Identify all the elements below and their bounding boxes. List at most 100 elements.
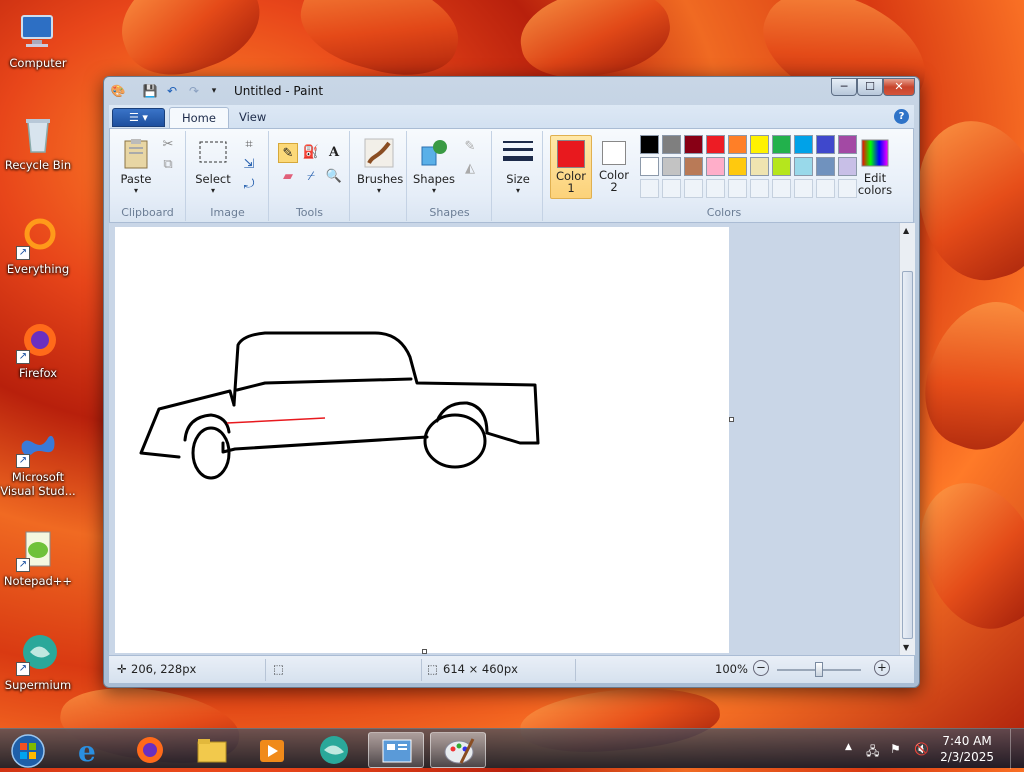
palette-swatch[interactable] — [772, 157, 791, 176]
help-icon[interactable]: ? — [894, 109, 909, 124]
edit-colors-button[interactable]: Edit colors — [854, 137, 896, 196]
palette-swatch[interactable] — [772, 135, 791, 154]
desktop-icon-computer[interactable]: Computer — [0, 10, 76, 70]
palette-swatch-empty[interactable] — [706, 179, 725, 198]
network-icon[interactable]: 🖧 — [866, 742, 879, 763]
palette-swatch[interactable] — [728, 135, 747, 154]
palette-swatch-empty[interactable] — [728, 179, 747, 198]
palette-swatch[interactable] — [640, 135, 659, 154]
palette-swatch[interactable] — [662, 135, 681, 154]
window-title: Untitled - Paint — [234, 84, 324, 98]
title-bar[interactable]: 🎨 💾 ↶ ↷ ▾ Untitled - Paint ─ ☐ ✕ — [104, 77, 919, 105]
crop-icon[interactable]: ⌗ — [239, 135, 259, 155]
palette-swatch[interactable] — [816, 157, 835, 176]
taskbar-media-player[interactable] — [244, 732, 300, 768]
zoom-in-icon[interactable]: + — [874, 660, 890, 676]
desktop-icon-notepadpp[interactable]: ↗ Notepad++ — [0, 528, 76, 588]
palette-swatch-empty[interactable] — [750, 179, 769, 198]
copy-icon[interactable]: ⧉ — [158, 155, 178, 175]
desktop-icon-label: Computer — [9, 56, 67, 70]
resize-handle-bottom[interactable] — [422, 649, 427, 654]
palette-swatch[interactable] — [750, 135, 769, 154]
palette-swatch[interactable] — [684, 157, 703, 176]
palette-swatch-empty[interactable] — [772, 179, 791, 198]
maximize-button[interactable]: ☐ — [857, 78, 883, 96]
volume-muted-icon[interactable]: 🔇 — [914, 742, 929, 756]
paint-app-icon[interactable]: 🎨 — [110, 83, 126, 99]
taskbar-internet-explorer[interactable]: e — [62, 732, 118, 768]
color2-button[interactable]: Color 2 — [594, 135, 634, 199]
group-label: Clipboard — [121, 206, 174, 219]
palette-swatch-empty[interactable] — [794, 179, 813, 198]
desktop-icon-supermium[interactable]: ↗ Supermium — [0, 632, 76, 692]
scroll-down-arrow-icon[interactable]: ▼ — [903, 643, 909, 652]
eraser-icon[interactable]: ▰ — [278, 167, 298, 187]
taskbar-firefox[interactable] — [122, 732, 178, 768]
undo-icon[interactable]: ↶ — [164, 83, 180, 99]
paste-button[interactable]: Paste ▾ — [116, 137, 156, 195]
color1-button[interactable]: Color 1 — [550, 135, 592, 199]
palette-swatch[interactable] — [706, 135, 725, 154]
shortcut-arrow-icon: ↗ — [16, 558, 30, 572]
brushes-button[interactable]: Brushes ▾ — [357, 137, 403, 195]
scroll-up-arrow-icon[interactable]: ▲ — [903, 226, 909, 235]
palette-swatch-empty[interactable] — [816, 179, 835, 198]
minimize-button[interactable]: ─ — [831, 78, 857, 96]
close-button[interactable]: ✕ — [883, 78, 915, 96]
start-button[interactable] — [2, 732, 54, 768]
canvas-size: 614 × 460px — [443, 662, 518, 676]
desktop-icon-everything[interactable]: ↗ Everything — [0, 216, 76, 276]
taskbar-supermium[interactable] — [306, 732, 362, 768]
rotate-icon[interactable]: ⤾ — [239, 175, 259, 195]
fill-bucket-icon[interactable]: ⛽ — [301, 143, 321, 163]
show-desktop-button[interactable] — [1010, 729, 1024, 769]
action-center-flag-icon[interactable]: ⚑ — [890, 742, 901, 756]
palette-swatch[interactable] — [794, 157, 813, 176]
desktop-icon-label: Recycle Bin — [4, 158, 72, 172]
drawing-canvas[interactable] — [115, 227, 729, 653]
tab-home[interactable]: Home — [169, 107, 229, 129]
pencil-icon[interactable]: ✎ — [278, 143, 298, 163]
palette-swatch[interactable] — [728, 157, 747, 176]
clock[interactable]: 7:40 AM 2/3/2025 — [940, 733, 994, 765]
desktop-icon-recycle-bin[interactable]: Recycle Bin — [0, 112, 76, 172]
palette-swatch[interactable] — [684, 135, 703, 154]
resize-handle-right[interactable] — [729, 417, 734, 422]
canvas-area — [109, 223, 899, 655]
svg-text:e: e — [78, 735, 96, 768]
select-button[interactable]: Select ▾ — [193, 137, 233, 195]
redo-icon[interactable]: ↷ — [186, 83, 202, 99]
file-menu-button[interactable]: ☰ ▾ — [112, 108, 165, 127]
desktop-icon-firefox[interactable]: ↗ Firefox — [0, 320, 76, 380]
magnifier-icon[interactable]: 🔍 — [324, 167, 344, 187]
color-picker-icon[interactable]: ⌿ — [301, 167, 321, 187]
cut-icon[interactable]: ✂ — [158, 135, 178, 155]
desktop-icon-visual-studio[interactable]: ↗ Microsoft Visual Stud... — [0, 424, 76, 498]
palette-swatch-empty[interactable] — [662, 179, 681, 198]
customize-quick-access-icon[interactable]: ▾ — [206, 83, 222, 99]
palette-swatch[interactable] — [816, 135, 835, 154]
tab-view[interactable]: View — [227, 107, 278, 129]
save-icon[interactable]: 💾 — [142, 83, 158, 99]
taskbar-control-panel[interactable] — [368, 732, 424, 768]
palette-swatch[interactable] — [706, 157, 725, 176]
outline-icon[interactable]: ✎ — [460, 137, 480, 157]
palette-swatch-empty[interactable] — [640, 179, 659, 198]
taskbar-paint[interactable] — [430, 732, 486, 768]
text-tool-icon[interactable]: A — [324, 143, 344, 163]
vertical-scrollbar[interactable]: ▲ ▼ — [899, 223, 915, 655]
resize-icon[interactable]: ⇲ — [239, 155, 259, 175]
palette-swatch[interactable] — [750, 157, 769, 176]
fill-icon[interactable]: ◭ — [460, 159, 480, 179]
palette-swatch-empty[interactable] — [684, 179, 703, 198]
zoom-out-icon[interactable]: − — [753, 660, 769, 676]
palette-swatch[interactable] — [662, 157, 681, 176]
taskbar-file-explorer[interactable] — [184, 732, 240, 768]
shapes-button[interactable]: Shapes ▾ — [412, 137, 456, 195]
size-button[interactable]: Size ▾ — [499, 137, 537, 195]
show-hidden-icons-icon[interactable]: ▲ — [845, 742, 852, 752]
zoom-slider-thumb[interactable] — [815, 662, 823, 677]
palette-swatch[interactable] — [794, 135, 813, 154]
scroll-thumb[interactable] — [902, 271, 913, 639]
palette-swatch[interactable] — [640, 157, 659, 176]
